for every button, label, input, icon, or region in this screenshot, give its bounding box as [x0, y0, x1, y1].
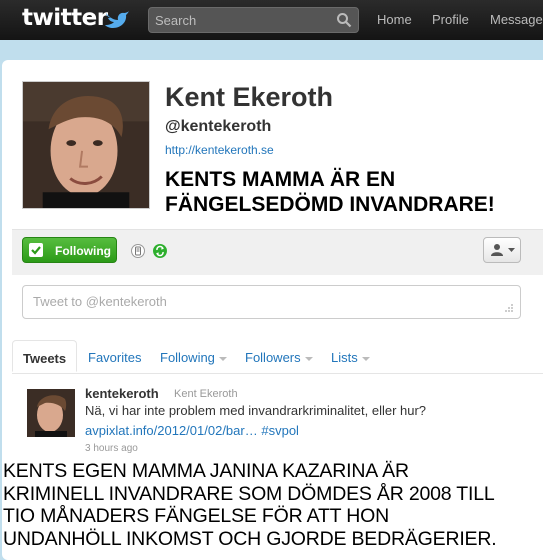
twitter-logo[interactable]: twitter — [22, 5, 108, 31]
overlay-caption: KENTS MAMMA ÄR EN FÄNGELSEDÖMD INVANDRAR… — [165, 167, 495, 217]
profile-tabs: Tweets Favorites Following Followers Lis… — [12, 340, 543, 374]
resize-grip-icon[interactable] — [504, 303, 514, 313]
overlay-caption-line: KENTS MAMMA ÄR EN — [165, 168, 396, 191]
profile-name: Kent Ekeroth — [165, 82, 334, 112]
profile-url[interactable]: http://kentekeroth.se — [165, 143, 274, 157]
chevron-down-icon — [304, 356, 313, 361]
search-input[interactable] — [149, 8, 341, 32]
user-actions-menu[interactable] — [483, 237, 521, 263]
tweet-text: Nä, vi har inte problem med invandrarkri… — [85, 403, 427, 418]
retweet-toggle-icon[interactable] — [153, 244, 167, 258]
nav-home[interactable]: Home — [377, 12, 412, 27]
tab-label: Following — [160, 350, 215, 365]
chevron-down-icon — [361, 356, 370, 361]
tab-favorites[interactable]: Favorites — [88, 350, 141, 365]
search-icon[interactable] — [336, 12, 352, 28]
bottom-caption-line: KRIMINELL INVANDRARE SOM DÖMDES ÅR 2008 … — [3, 482, 495, 505]
check-icon — [29, 243, 43, 257]
following-button[interactable]: Following — [22, 237, 117, 263]
tweet-hashtag[interactable]: #svpol — [261, 423, 299, 438]
tweet-avatar[interactable] — [27, 389, 75, 437]
following-label: Following — [55, 244, 111, 258]
top-bar: twitter Home Profile Messages — [0, 0, 543, 40]
nav-messages[interactable]: Messages — [490, 12, 543, 27]
tab-label: Followers — [245, 350, 301, 365]
bottom-caption-line: TIO MÅNADERS FÄNGELSE FÖR ATT HON — [3, 505, 389, 527]
bottom-caption: KENTS EGEN MAMMA JANINA KAZARINA ÄR KRIM… — [3, 460, 497, 550]
bottom-caption-line: KENTS EGEN MAMMA JANINA KAZARINA ÄR — [3, 460, 409, 482]
tweet-links: avpixlat.info/2012/01/02/bar… #svpol — [85, 423, 299, 438]
tab-lists[interactable]: Lists — [331, 350, 370, 365]
tweet-compose-box[interactable] — [22, 285, 521, 319]
caret-icon — [508, 248, 515, 252]
avatar — [22, 81, 150, 209]
tweet-username[interactable]: kentekeroth — [85, 386, 159, 401]
overlay-caption-line: FÄNGELSEDÖMD INVANDRARE! — [165, 193, 495, 216]
tab-following[interactable]: Following — [160, 350, 227, 365]
tab-label: Lists — [331, 350, 358, 365]
person-icon — [491, 244, 503, 256]
bottom-caption-line: UNDANHÖLL INKOMST OCH GJORDE BEDRÄGERIER… — [3, 527, 497, 550]
tweet-link[interactable]: avpixlat.info/2012/01/02/bar… — [85, 423, 258, 438]
tweet-display-name: Kent Ekeroth — [174, 388, 238, 400]
tab-label: Favorites — [88, 350, 142, 365]
tab-tweets[interactable]: Tweets — [12, 340, 78, 372]
bird-icon — [105, 11, 129, 28]
profile-handle: @kentekeroth — [165, 118, 272, 135]
tab-followers[interactable]: Followers — [245, 350, 313, 365]
tweet-compose-input[interactable] — [31, 293, 495, 310]
tweet-timestamp[interactable]: 3 hours ago — [85, 443, 138, 454]
search-box[interactable] — [148, 7, 359, 33]
chevron-down-icon — [218, 356, 227, 361]
nav-profile[interactable]: Profile — [432, 12, 469, 27]
device-icon[interactable] — [131, 244, 145, 258]
